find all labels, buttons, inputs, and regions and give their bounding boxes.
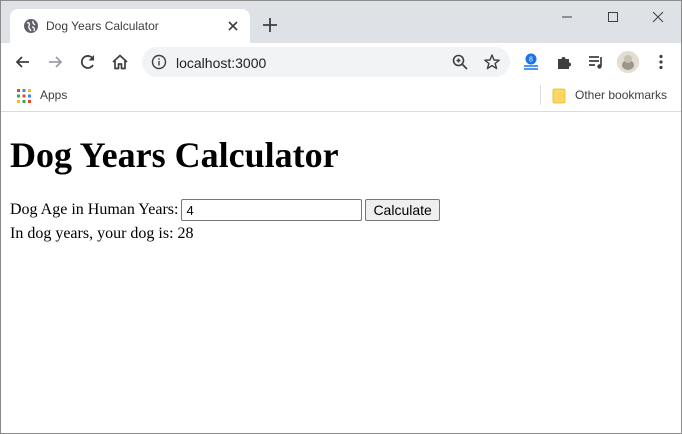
result-prefix: In dog years, your dog is:: [10, 225, 174, 242]
avatar-image: [617, 51, 639, 73]
bookmarks-bar: Apps Other bookmarks: [1, 81, 681, 112]
home-icon[interactable]: [110, 52, 130, 72]
forward-arrow-icon[interactable]: [45, 52, 65, 72]
address-bar[interactable]: localhost:3000: [142, 47, 510, 77]
other-bookmarks-folder[interactable]: Other bookmarks: [549, 84, 675, 108]
result-value: 28: [177, 225, 194, 242]
tab-strip: Dog Years Calculator: [1, 1, 681, 43]
tab-dog-years-calculator[interactable]: Dog Years Calculator: [10, 9, 250, 43]
close-window-icon[interactable]: [648, 7, 668, 27]
apps-grid-icon: [17, 89, 31, 103]
extensions-puzzle-icon[interactable]: [554, 52, 574, 72]
dog-age-form: Dog Age in Human Years: Calculate: [10, 199, 440, 221]
page-content: Dog Years Calculator Dog Age in Human Ye…: [1, 112, 681, 433]
info-icon[interactable]: [151, 54, 167, 70]
back-arrow-icon[interactable]: [13, 52, 33, 72]
apps-shortcut[interactable]: Apps: [13, 84, 73, 108]
calculate-button[interactable]: Calculate: [365, 199, 440, 221]
profile-avatar[interactable]: [617, 51, 639, 73]
new-tab-icon[interactable]: [262, 17, 278, 33]
folder-icon: [552, 88, 566, 104]
zoom-icon[interactable]: [451, 53, 469, 71]
browser-window: Dog Years Calculator localhost:3000 8 Ap…: [0, 0, 682, 434]
globe-icon: [24, 19, 38, 33]
dog-age-input[interactable]: [181, 199, 363, 221]
apps-label: Apps: [40, 88, 68, 102]
bookmarks-divider: [540, 85, 541, 105]
result-text: In dog years, your dog is: 28: [10, 225, 194, 243]
extension-badge-icon[interactable]: 8: [521, 52, 541, 72]
kebab-menu-icon[interactable]: [651, 52, 671, 72]
browser-toolbar: localhost:3000 8: [1, 43, 681, 81]
close-tab-icon[interactable]: [226, 19, 240, 33]
media-queue-icon[interactable]: [586, 52, 606, 72]
page-title: Dog Years Calculator: [10, 135, 339, 175]
other-bookmarks-label: Other bookmarks: [575, 88, 668, 102]
tab-title: Dog Years Calculator: [46, 19, 159, 33]
maximize-icon[interactable]: [603, 7, 623, 27]
minimize-icon[interactable]: [557, 7, 577, 27]
url-text: localhost:3000: [176, 55, 267, 71]
dog-age-label: Dog Age in Human Years:: [10, 201, 179, 218]
reload-icon[interactable]: [78, 52, 98, 72]
star-icon[interactable]: [483, 53, 501, 71]
svg-text:8: 8: [529, 57, 533, 64]
